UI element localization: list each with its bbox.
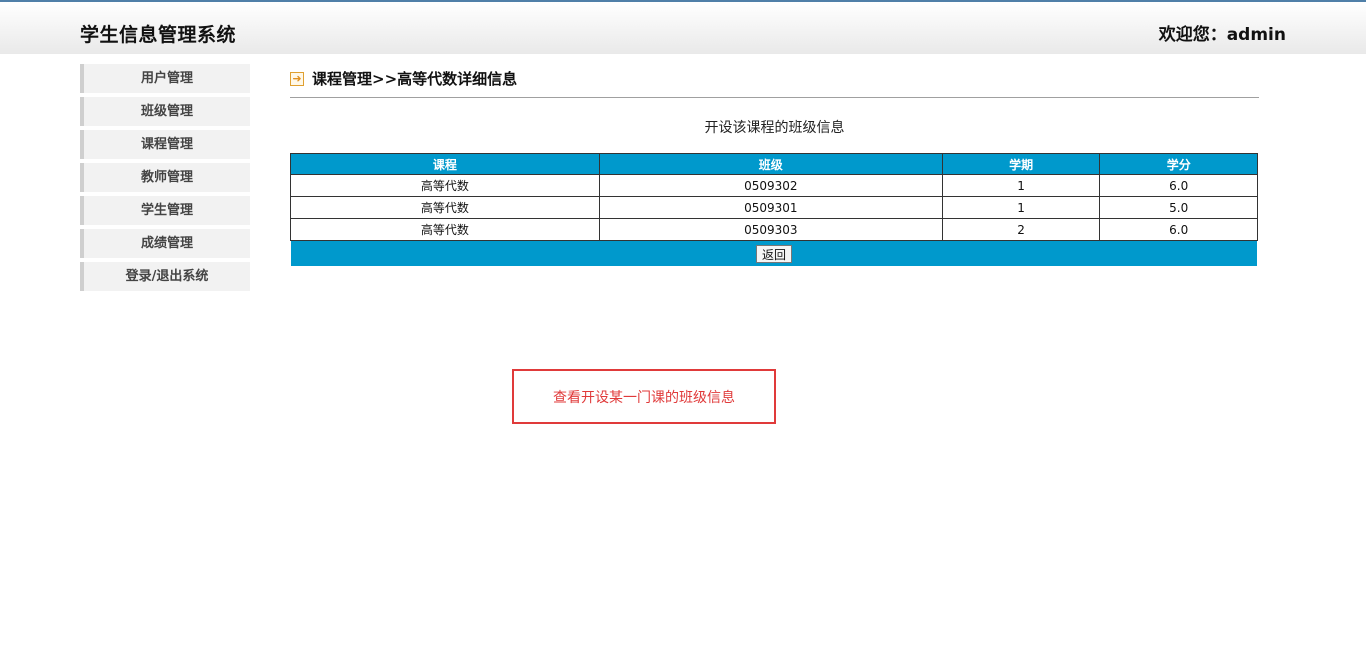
table-cell-term: 1 xyxy=(941,174,1101,197)
section-title: 开设该课程的班级信息 xyxy=(704,120,845,136)
table-cell-credit: 5.0 xyxy=(1099,196,1258,219)
page-header: 学生信息管理系统 欢迎您：admin xyxy=(0,2,1366,54)
main-content: ➜ 课程管理>>高等代数详细信息 开设该课程的班级信息 课程 班级 学期 学分 … xyxy=(290,64,1259,266)
sidebar-item-grades[interactable]: 成绩管理 xyxy=(80,229,250,258)
table-cell-course: 高等代数 xyxy=(290,218,600,241)
table-cell-credit: 6.0 xyxy=(1099,218,1258,241)
table-cell-class: 0509303 xyxy=(598,218,943,241)
breadcrumb: ➜ 课程管理>>高等代数详细信息 xyxy=(290,64,1259,98)
breadcrumb-text: 课程管理>>高等代数详细信息 xyxy=(312,70,518,88)
table-header-row: 课程 班级 学期 学分 xyxy=(290,153,1258,175)
app-title: 学生信息管理系统 xyxy=(80,24,237,46)
sidebar-item-login-logout[interactable]: 登录/退出系统 xyxy=(80,262,250,291)
table-cell-term: 2 xyxy=(941,218,1101,241)
welcome-user-text: 欢迎您：admin xyxy=(1158,25,1286,45)
back-button[interactable]: 返回 xyxy=(755,244,792,263)
table-cell-term: 1 xyxy=(941,196,1101,219)
table-cell-credit: 6.0 xyxy=(1099,174,1258,197)
table-cell-course: 高等代数 xyxy=(290,174,600,197)
sidebar-nav: 用户管理 班级管理 课程管理 教师管理 学生管理 成绩管理 登录/退出系统 xyxy=(80,64,250,295)
sidebar-item-students[interactable]: 学生管理 xyxy=(80,196,250,225)
table-cell-class: 0509301 xyxy=(598,196,943,219)
table-row: 高等代数 0509302 1 6.0 xyxy=(290,174,1258,197)
column-header-class: 班级 xyxy=(598,153,943,175)
column-header-term: 学期 xyxy=(941,153,1101,175)
table-footer-bar: 返回 xyxy=(291,241,1257,266)
sidebar-item-users[interactable]: 用户管理 xyxy=(80,64,250,93)
column-header-credit: 学分 xyxy=(1099,153,1258,175)
table-cell-class: 0509302 xyxy=(598,174,943,197)
class-info-table: 课程 班级 学期 学分 高等代数 0509302 1 6.0 高等代数 0509… xyxy=(290,153,1258,241)
annotation-box: 查看开设某一门课的班级信息 xyxy=(512,369,776,424)
sidebar-item-teachers[interactable]: 教师管理 xyxy=(80,163,250,192)
table-row: 高等代数 0509303 2 6.0 xyxy=(290,218,1258,241)
table-row: 高等代数 0509301 1 5.0 xyxy=(290,196,1258,219)
sidebar-item-classes[interactable]: 班级管理 xyxy=(80,97,250,126)
table-cell-course: 高等代数 xyxy=(290,196,600,219)
column-header-course: 课程 xyxy=(290,153,600,175)
sidebar-item-courses[interactable]: 课程管理 xyxy=(80,130,250,159)
arrow-right-icon: ➜ xyxy=(290,71,304,86)
